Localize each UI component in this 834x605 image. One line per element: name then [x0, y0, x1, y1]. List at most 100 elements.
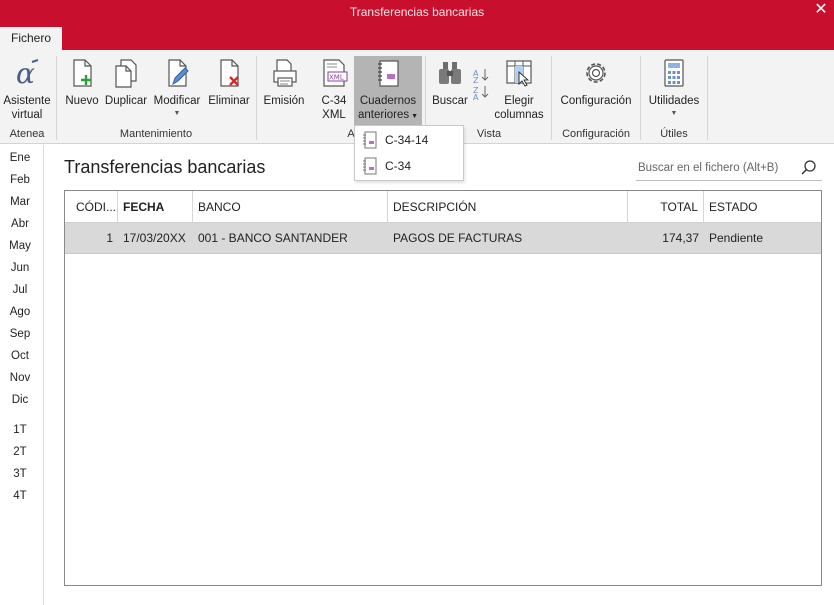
quarter-2t[interactable]: 2T [0, 446, 40, 458]
search-icon[interactable] [800, 159, 818, 180]
svg-text:A: A [473, 93, 479, 100]
menu-item-c34-14[interactable]: C-34-14 [355, 127, 463, 153]
menu-item-label: C-34-14 [385, 133, 429, 147]
binoculars-icon [430, 58, 470, 92]
svg-text:α: α [16, 58, 35, 88]
anteriores-label: anteriores ▼ [357, 109, 418, 121]
nuevo-label: Nuevo [65, 95, 99, 107]
group-label-configuracion: Configuración [562, 128, 630, 140]
xml-label: XML [322, 109, 346, 121]
configuracion-button[interactable]: Configuración [556, 58, 636, 108]
sort-button[interactable]: AZZA [472, 66, 490, 104]
emision-button[interactable]: Emisión [262, 58, 306, 108]
group-separator [551, 56, 552, 140]
xml-file-icon: XML [314, 58, 354, 92]
column-header-descripcion[interactable]: DESCRIPCIÓN [388, 191, 628, 223]
c34-xml-button[interactable]: XML C-34 XML [314, 58, 354, 122]
table-row[interactable]: 1 17/03/20XX 001 - BANCO SANTANDER PAGOS… [65, 223, 821, 254]
quarter-3t[interactable]: 3T [0, 468, 40, 480]
period-filter-column: Ene Feb Mar Abr May Jun Jul Ago Sep Oct … [0, 145, 44, 605]
month-ago[interactable]: Ago [0, 306, 40, 318]
transfers-table: CÓDI... FECHA BANCO DESCRIPCIÓN TOTAL ES… [64, 190, 822, 586]
cuadernos-dropdown-menu: C-34-14 C-34 [354, 125, 464, 181]
chevron-down-icon: ▼ [409, 113, 418, 120]
month-feb[interactable]: Feb [0, 174, 40, 186]
eliminar-label: Eliminar [208, 95, 250, 107]
column-header-estado[interactable]: ESTADO [704, 191, 821, 223]
cell-estado: Pendiente [709, 231, 764, 245]
cuadernos-label: Cuadernos [359, 95, 417, 107]
menu-item-c34[interactable]: C-34 [355, 153, 463, 179]
nuevo-button[interactable]: Nuevo [63, 58, 101, 108]
month-may[interactable]: May [0, 240, 40, 252]
cell-banco: 001 - BANCO SANTANDER [198, 231, 348, 245]
cell-descripcion: PAGOS DE FACTURAS [393, 231, 523, 245]
virtual-label: virtual [11, 109, 43, 121]
cuadernos-anteriores-button[interactable]: Cuadernos anteriores ▼ [354, 56, 422, 126]
month-jun[interactable]: Jun [0, 262, 40, 274]
edit-document-icon [151, 58, 203, 92]
month-nov[interactable]: Nov [0, 372, 40, 384]
column-header-fecha[interactable]: FECHA [118, 191, 193, 223]
configuracion-label: Configuración [560, 95, 632, 107]
duplicar-label: Duplicar [104, 95, 148, 107]
sort-az-icon: AZZA [472, 66, 490, 104]
notebook-icon [362, 131, 378, 152]
elegir-label: Elegir [504, 95, 534, 107]
alpha-icon: α [2, 57, 52, 92]
group-separator [256, 56, 257, 140]
month-oct[interactable]: Oct [0, 350, 40, 362]
columns-icon [492, 58, 546, 92]
columnas-label: columnas [494, 109, 544, 121]
modificar-label: Modificar [153, 95, 201, 107]
utilidades-label: Utilidades [648, 95, 700, 107]
menu-item-label: C-34 [385, 159, 412, 173]
close-icon[interactable]: ✕ [812, 1, 830, 19]
month-ene[interactable]: Ene [0, 152, 40, 164]
asistente-virtual-button[interactable]: α Asistente virtual [2, 57, 52, 122]
notebook-icon [362, 157, 378, 178]
duplicar-button[interactable]: Duplicar [103, 58, 149, 108]
month-sep[interactable]: Sep [0, 328, 40, 340]
new-document-icon [63, 58, 101, 92]
c34-label: C-34 [321, 95, 347, 107]
tab-fichero[interactable]: Fichero [0, 27, 62, 50]
quarter-1t[interactable]: 1T [0, 424, 40, 436]
gear-icon [556, 58, 636, 92]
calculator-icon [645, 58, 703, 92]
month-abr[interactable]: Abr [0, 218, 40, 230]
eliminar-button[interactable]: Eliminar [206, 58, 252, 108]
utilidades-button[interactable]: Utilidades ▼ [645, 58, 703, 118]
column-header-codigo[interactable]: CÓDI... [65, 191, 118, 223]
group-separator [56, 56, 57, 140]
search-box [636, 155, 822, 181]
emision-label: Emisión [263, 95, 305, 107]
page-title: Transferencias bancarias [64, 157, 266, 177]
printer-icon [262, 58, 306, 92]
month-jul[interactable]: Jul [0, 284, 40, 296]
column-header-banco[interactable]: BANCO [193, 191, 388, 223]
delete-document-icon [206, 58, 252, 92]
chevron-down-icon: ▼ [670, 110, 678, 117]
group-label-atenea: Atenea [9, 128, 45, 140]
group-separator [707, 56, 708, 140]
buscar-label: Buscar [432, 95, 468, 107]
group-label-utiles: Útiles [660, 128, 688, 140]
elegir-columnas-button[interactable]: Elegir columnas [492, 58, 546, 122]
duplicate-icon [103, 58, 149, 92]
quarter-4t[interactable]: 4T [0, 490, 40, 502]
tab-row: Fichero [0, 24, 834, 50]
month-mar[interactable]: Mar [0, 196, 40, 208]
column-header-total[interactable]: TOTAL [628, 191, 704, 223]
group-label-mantenimiento: Mantenimiento [119, 128, 193, 140]
search-input[interactable] [638, 158, 788, 178]
notebook-icon [354, 58, 422, 92]
table-header: CÓDI... FECHA BANCO DESCRIPCIÓN TOTAL ES… [65, 191, 821, 223]
cell-codigo: 1 [106, 231, 113, 245]
asistente-label: Asistente [3, 95, 51, 107]
month-dic[interactable]: Dic [0, 394, 40, 406]
modificar-button[interactable]: Modificar ▼ [151, 58, 203, 118]
buscar-button[interactable]: Buscar [430, 58, 470, 108]
cell-total: 174,37 [662, 231, 699, 245]
svg-text:Z: Z [473, 76, 479, 85]
